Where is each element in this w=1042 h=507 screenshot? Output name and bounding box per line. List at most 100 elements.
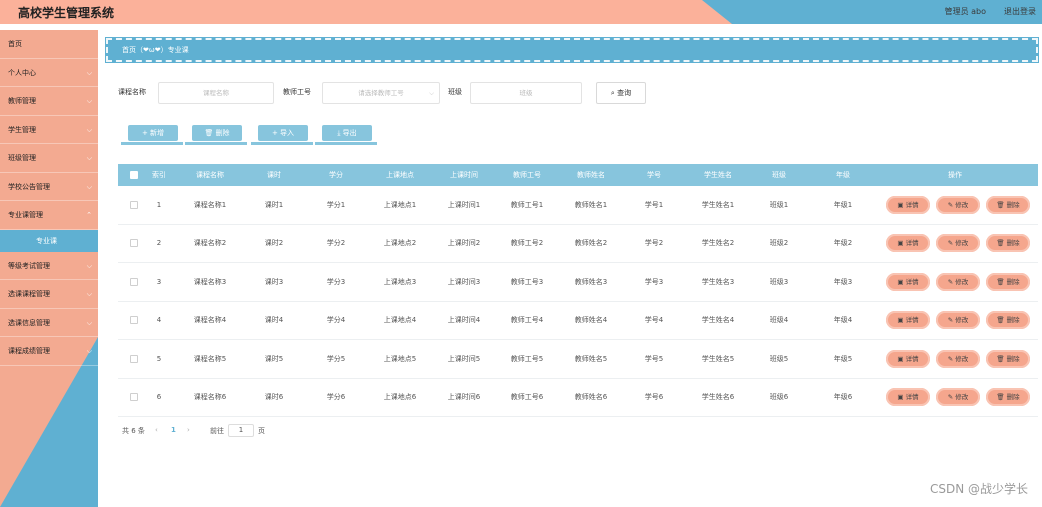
goto-page-input[interactable]: 1 <box>228 424 254 437</box>
detail-button[interactable]: ▣ 详情 <box>886 349 930 368</box>
delete-row-button[interactable]: 🗑 删除 <box>986 349 1030 368</box>
chevron-down-icon: ⌵ <box>86 154 92 162</box>
table-cell: 学号2 <box>644 239 664 248</box>
edit-button[interactable]: ✎ 修改 <box>936 388 980 407</box>
table-cell: 课时6 <box>264 393 284 402</box>
edit-button[interactable]: ✎ 修改 <box>936 272 980 291</box>
delete-row-button-label: 删除 <box>1006 393 1020 402</box>
detail-button[interactable]: ▣ 详情 <box>886 388 930 407</box>
table-cell: 学号3 <box>644 277 664 286</box>
sidebar-item[interactable]: 学校公告管理 ⌵ <box>0 173 98 201</box>
add-button[interactable]: + 新增 <box>121 125 183 145</box>
detail-icon: ▣ <box>897 354 906 363</box>
edit-button[interactable]: ✎ 修改 <box>936 195 980 214</box>
next-page-icon[interactable]: › <box>187 426 190 434</box>
table-cell: 上课地点2 <box>383 239 417 248</box>
chevron-down-icon: ⌵ <box>86 97 92 105</box>
sidebar-item[interactable]: 选课课程管理 ⌵ <box>0 280 98 309</box>
table-cell: 学生姓名4 <box>701 316 735 325</box>
table-cell: 4 <box>156 316 162 325</box>
table-cell: 教师工号6 <box>510 393 544 402</box>
table-cell: 教师工号4 <box>510 316 544 325</box>
table-cell: 上课时间4 <box>447 316 481 325</box>
page-suffix: 页 <box>258 427 265 435</box>
current-page[interactable]: 1 <box>171 426 176 434</box>
download-icon: ⤓ <box>337 129 341 137</box>
chevron-down-icon: ⌵ <box>86 261 92 270</box>
table-cell: 教师工号1 <box>510 200 544 209</box>
table-cell: 教师姓名5 <box>574 354 608 363</box>
delete-row-button-label: 删除 <box>1006 200 1020 209</box>
query-button[interactable]: ⌕ 查询 <box>596 82 646 104</box>
delete-row-button[interactable]: 🗑 删除 <box>986 311 1030 330</box>
column-header: 课时 <box>267 171 281 179</box>
chevron-down-icon: ⌵ <box>86 347 92 355</box>
export-button[interactable]: ⤓ 导出 <box>315 125 377 145</box>
sidebar-item[interactable]: 教师管理 ⌵ <box>0 87 98 116</box>
class-input[interactable]: 班级 <box>470 82 582 104</box>
edit-button[interactable]: ✎ 修改 <box>936 311 980 330</box>
table-cell: 上课地点6 <box>383 393 417 402</box>
table-cell: 学号4 <box>644 316 664 325</box>
delete-row-button[interactable]: 🗑 删除 <box>986 195 1030 214</box>
column-header: 上课地点 <box>386 171 414 179</box>
sidebar-item[interactable]: 课程成绩管理 ⌵ <box>0 337 98 366</box>
sidebar-item[interactable]: 学生管理 ⌵ <box>0 116 98 144</box>
detail-button[interactable]: ▣ 详情 <box>886 195 930 214</box>
row-checkbox[interactable] <box>130 277 138 286</box>
row-checkbox[interactable] <box>130 316 138 325</box>
breadcrumb: 首页（❤ω❤）专业课 <box>105 37 1039 63</box>
detail-button[interactable]: ▣ 详情 <box>886 311 930 330</box>
edit-button-label: 修改 <box>955 277 969 286</box>
trash-icon: 🗑 <box>996 239 1007 248</box>
table-cell: 学分3 <box>326 277 346 286</box>
edit-button[interactable]: ✎ 修改 <box>936 349 980 368</box>
import-button[interactable]: + 导入 <box>251 125 313 145</box>
detail-button[interactable]: ▣ 详情 <box>886 272 930 291</box>
trash-icon: 🗑 <box>996 277 1007 286</box>
table-row: 2 课程名称2 课时2 学分2 上课地点2 上课时间2 教师工号2 教师姓名2 学号2 学生姓名2… <box>118 225 1038 263</box>
table-cell: 上课地点5 <box>383 354 417 363</box>
sidebar-item[interactable]: 等级考试管理 ⌵ <box>0 252 98 280</box>
table-cell: 学号1 <box>644 200 664 209</box>
detail-icon: ▣ <box>897 200 906 209</box>
sidebar-item[interactable]: 选课信息管理 ⌵ <box>0 309 98 337</box>
sidebar-item[interactable]: 专业课管理 ⌃ <box>0 201 98 230</box>
column-header: 学号 <box>647 171 661 179</box>
delete-row-button[interactable]: 🗑 删除 <box>986 388 1030 407</box>
detail-button[interactable]: ▣ 详情 <box>886 234 930 253</box>
table-cell: 学分1 <box>326 200 346 209</box>
course-name-input[interactable]: 课程名称 <box>158 82 274 104</box>
table-cell: 学生姓名2 <box>701 239 735 248</box>
row-checkbox[interactable] <box>130 200 138 209</box>
sidebar-item-label: 专业课管理 <box>8 211 43 219</box>
delete-row-button-label: 删除 <box>1006 277 1020 286</box>
edit-button[interactable]: ✎ 修改 <box>936 234 980 253</box>
sidebar-subitem-active[interactable]: 专业课 <box>0 229 98 252</box>
column-header: 上课时间 <box>450 171 478 179</box>
logout-link[interactable]: 退出登录 <box>1004 6 1036 17</box>
trash-icon: 🗑 <box>996 200 1007 209</box>
table-cell: 学生姓名3 <box>701 277 735 286</box>
select-all-checkbox[interactable] <box>130 171 138 179</box>
sidebar-item[interactable]: 个人中心 ⌵ <box>0 59 98 87</box>
table-cell: 上课地点1 <box>383 200 417 209</box>
prev-page-icon[interactable]: ‹ <box>155 426 158 434</box>
detail-button-label: 详情 <box>905 200 919 209</box>
teacher-id-select[interactable]: 请选择教师工号 ⌵ <box>322 82 440 104</box>
delete-row-button[interactable]: 🗑 删除 <box>986 234 1030 253</box>
table-cell: 课时5 <box>264 354 284 363</box>
row-checkbox[interactable] <box>130 354 138 363</box>
table-cell: 课程名称1 <box>193 200 227 209</box>
delete-row-button[interactable]: 🗑 删除 <box>986 272 1030 291</box>
table-cell: 2 <box>156 239 162 248</box>
sidebar-item[interactable]: 首页 <box>0 30 98 59</box>
row-checkbox[interactable] <box>130 239 138 248</box>
sidebar-item[interactable]: 班级管理 ⌵ <box>0 144 98 173</box>
table-cell: 上课地点4 <box>383 316 417 325</box>
row-checkbox[interactable] <box>130 393 138 402</box>
delete-button[interactable]: 🗑 删除 <box>185 125 247 145</box>
detail-button-label: 详情 <box>905 316 919 325</box>
chevron-down-icon: ⌵ <box>86 182 92 191</box>
query-button-label: 查询 <box>617 89 632 97</box>
